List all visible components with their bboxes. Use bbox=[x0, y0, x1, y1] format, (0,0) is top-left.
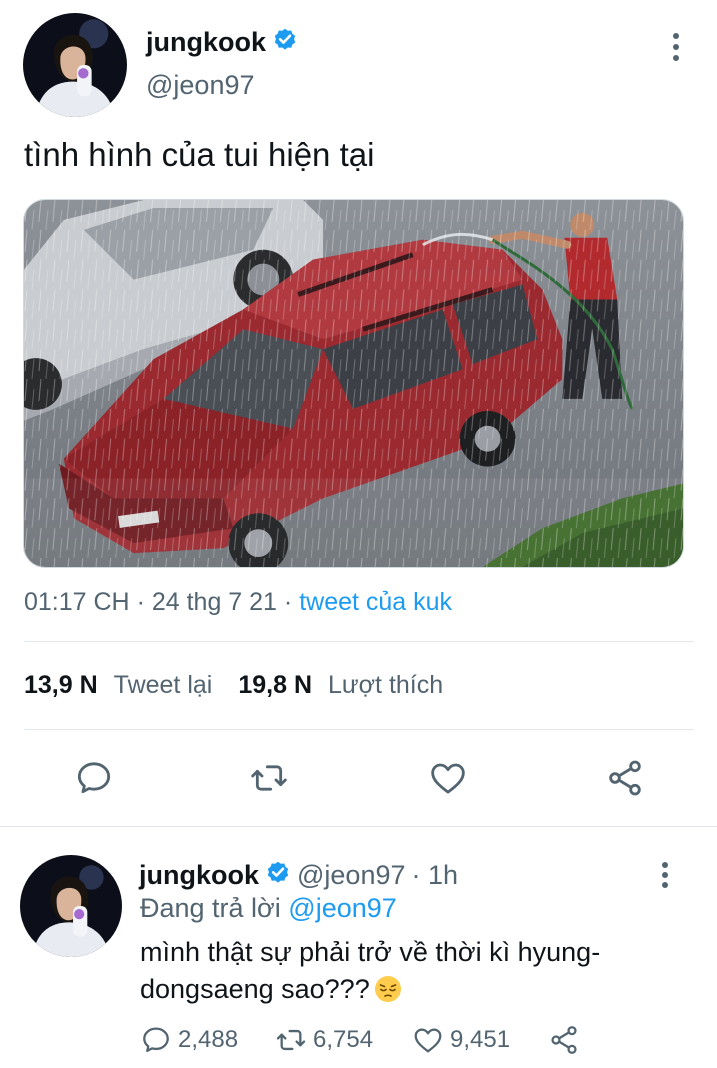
tweet-time[interactable]: 01:17 CH bbox=[24, 588, 130, 616]
comment-bubble-icon bbox=[77, 762, 111, 794]
tweet-photo[interactable] bbox=[23, 199, 684, 568]
tweet-date[interactable]: 24 thg 7 21 bbox=[152, 588, 277, 616]
reply-author-handle[interactable]: @jeon97 bbox=[297, 860, 406, 891]
reply-retweet-button[interactable]: 6,754 bbox=[275, 1024, 373, 1056]
tweet-source[interactable]: tweet của kuk bbox=[299, 588, 452, 616]
reply-author-name[interactable]: jungkook bbox=[139, 860, 259, 891]
more-vertical-icon[interactable] bbox=[664, 30, 688, 64]
share-icon bbox=[551, 1026, 577, 1054]
retweet-button[interactable] bbox=[249, 758, 289, 798]
verified-badge-icon bbox=[272, 26, 298, 59]
share-button[interactable] bbox=[605, 758, 645, 798]
reply-like-count: 9,451 bbox=[450, 1026, 511, 1053]
comment-bubble-icon bbox=[143, 1027, 169, 1053]
replying-mention[interactable]: @jeon97 bbox=[288, 893, 397, 923]
author-avatar[interactable] bbox=[23, 13, 127, 117]
replying-to: Đang trả lời @jeon97 bbox=[140, 893, 397, 924]
reply-share-button[interactable] bbox=[548, 1024, 580, 1056]
more-vertical-icon[interactable] bbox=[653, 860, 677, 890]
author-handle[interactable]: @jeon97 bbox=[146, 70, 255, 101]
reply-like-button[interactable]: 9,451 bbox=[412, 1024, 510, 1056]
divider bbox=[24, 729, 694, 730]
author-name[interactable]: jungkook bbox=[146, 26, 298, 59]
reply-header: jungkook @jeon97 · 1h bbox=[139, 859, 458, 892]
divider bbox=[24, 641, 694, 642]
reply-text-content: mình thật sự phải trở về thời kì hyung-d… bbox=[140, 937, 601, 1004]
tweet-stats: 13,9 N Tweet lại 19,8 N Lượt thích bbox=[24, 671, 443, 700]
retweet-count: 13,9 N bbox=[24, 671, 98, 699]
like-count-label: Lượt thích bbox=[328, 671, 444, 699]
heart-icon bbox=[414, 1028, 442, 1053]
like-button[interactable] bbox=[428, 758, 468, 798]
like-count: 19,8 N bbox=[238, 671, 313, 699]
separator: · bbox=[276, 588, 300, 616]
heart-icon bbox=[431, 763, 465, 794]
retweet-arrows-icon bbox=[251, 765, 287, 791]
reply-reply-count: 2,488 bbox=[178, 1026, 239, 1053]
tweet-text: tình hình của tui hiện tại bbox=[24, 136, 375, 173]
verified-badge-icon bbox=[265, 859, 291, 892]
pensive-face-emoji bbox=[374, 975, 402, 1003]
reply-button[interactable] bbox=[74, 758, 114, 798]
reply-text: mình thật sự phải trở về thời kì hyung-d… bbox=[140, 934, 660, 1008]
retweet-count-link[interactable]: 13,9 N Tweet lại bbox=[24, 671, 212, 700]
reply-retweet-count: 6,754 bbox=[313, 1026, 374, 1053]
reply-author-avatar[interactable] bbox=[20, 855, 122, 957]
tweet-timestamp: 01:17 CH · 24 thg 7 21 · tweet của kuk bbox=[24, 588, 452, 617]
reply-reply-button[interactable]: 2,488 bbox=[140, 1024, 238, 1056]
replying-label: Đang trả lời bbox=[140, 893, 281, 923]
separator: · bbox=[129, 588, 152, 616]
share-icon bbox=[609, 760, 641, 796]
author-name-text[interactable]: jungkook bbox=[146, 27, 266, 58]
like-count-link[interactable]: 19,8 N Lượt thích bbox=[238, 671, 443, 700]
retweet-count-label: Tweet lại bbox=[113, 671, 213, 699]
divider bbox=[0, 826, 717, 827]
reply-age[interactable]: · 1h bbox=[412, 860, 459, 891]
retweet-arrows-icon bbox=[276, 1029, 306, 1051]
